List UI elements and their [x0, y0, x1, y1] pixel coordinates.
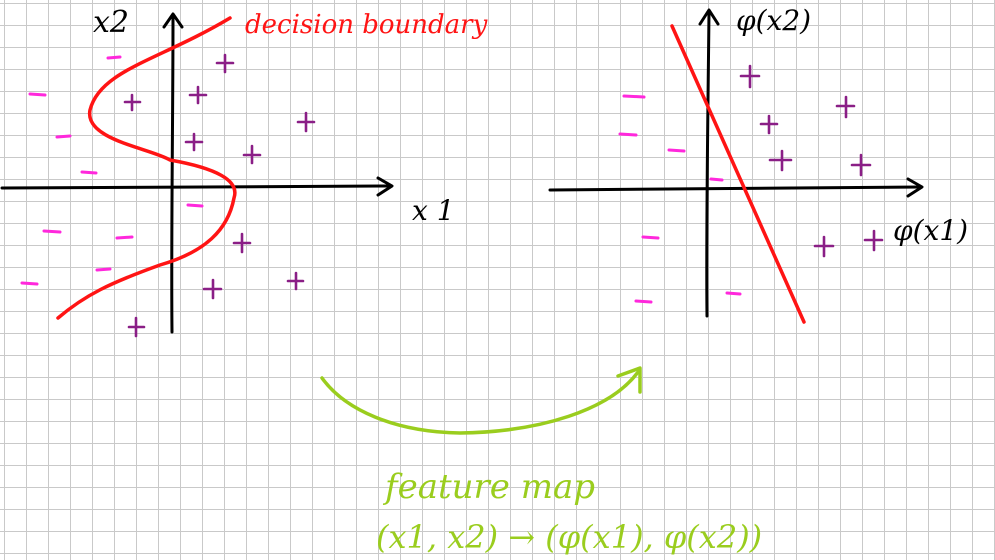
feature-map-formula: (x1, x2) → (φ(x1), φ(x2)) [376, 518, 762, 556]
minus-sign [55, 134, 72, 139]
plus-sign [202, 278, 223, 300]
plus-sign [188, 85, 208, 105]
diagram-canvas: x2 x 1 decision boundary φ(x2) φ(x1) fea… [0, 4, 968, 556]
right-x-axis-label: φ(x1) [893, 214, 968, 247]
minus-sign [106, 55, 122, 60]
plus-sign [242, 144, 262, 165]
left-x-axis [0, 184, 392, 190]
left-x-axis-label: x 1 [412, 194, 455, 227]
feature-map-arrow: feature map (x1, x2) → (φ(x1), φ(x2)) [320, 366, 762, 556]
plus-sign [759, 114, 779, 135]
left-y-axis-label: x2 [93, 5, 129, 40]
plus-sign [863, 229, 884, 252]
minus-sign [28, 92, 47, 97]
minus-sign [622, 94, 646, 99]
plus-sign [286, 271, 305, 291]
plus-sign [768, 149, 793, 172]
left-plus-samples [123, 53, 316, 338]
plus-sign [296, 111, 316, 133]
minus-sign [618, 132, 638, 137]
right-minus-samples [618, 94, 742, 304]
plus-sign [739, 64, 761, 89]
minus-sign [634, 299, 653, 304]
minus-sign [667, 148, 686, 153]
right-plot: φ(x2) φ(x1) [548, 4, 968, 324]
plus-sign [813, 235, 835, 258]
right-y-axis [705, 10, 711, 318]
minus-sign [641, 235, 660, 240]
minus-sign [42, 229, 62, 234]
left-plot: x2 x 1 decision boundary [0, 5, 488, 338]
curved-arrow-icon [320, 370, 640, 435]
minus-sign [709, 177, 724, 182]
plus-sign [123, 93, 142, 112]
decision-boundary-label: decision boundary [245, 10, 488, 40]
feature-map-caption: feature map [382, 467, 595, 507]
plus-sign [835, 95, 856, 119]
plus-sign [215, 53, 235, 74]
plus-sign [850, 153, 872, 177]
plus-sign [127, 316, 146, 338]
minus-sign [80, 170, 98, 175]
right-y-axis-label: φ(x2) [736, 4, 811, 37]
minus-sign [725, 291, 742, 296]
minus-sign [20, 281, 39, 286]
right-x-axis [548, 185, 922, 192]
left-y-axis [170, 13, 175, 334]
plus-sign [184, 132, 204, 152]
plus-sign [232, 232, 252, 254]
decision-boundary-curve [56, 16, 237, 320]
minus-sign [95, 267, 112, 272]
minus-sign [115, 235, 134, 240]
minus-sign [186, 203, 204, 208]
linear-boundary-line [670, 24, 806, 324]
left-minus-samples [20, 55, 204, 286]
